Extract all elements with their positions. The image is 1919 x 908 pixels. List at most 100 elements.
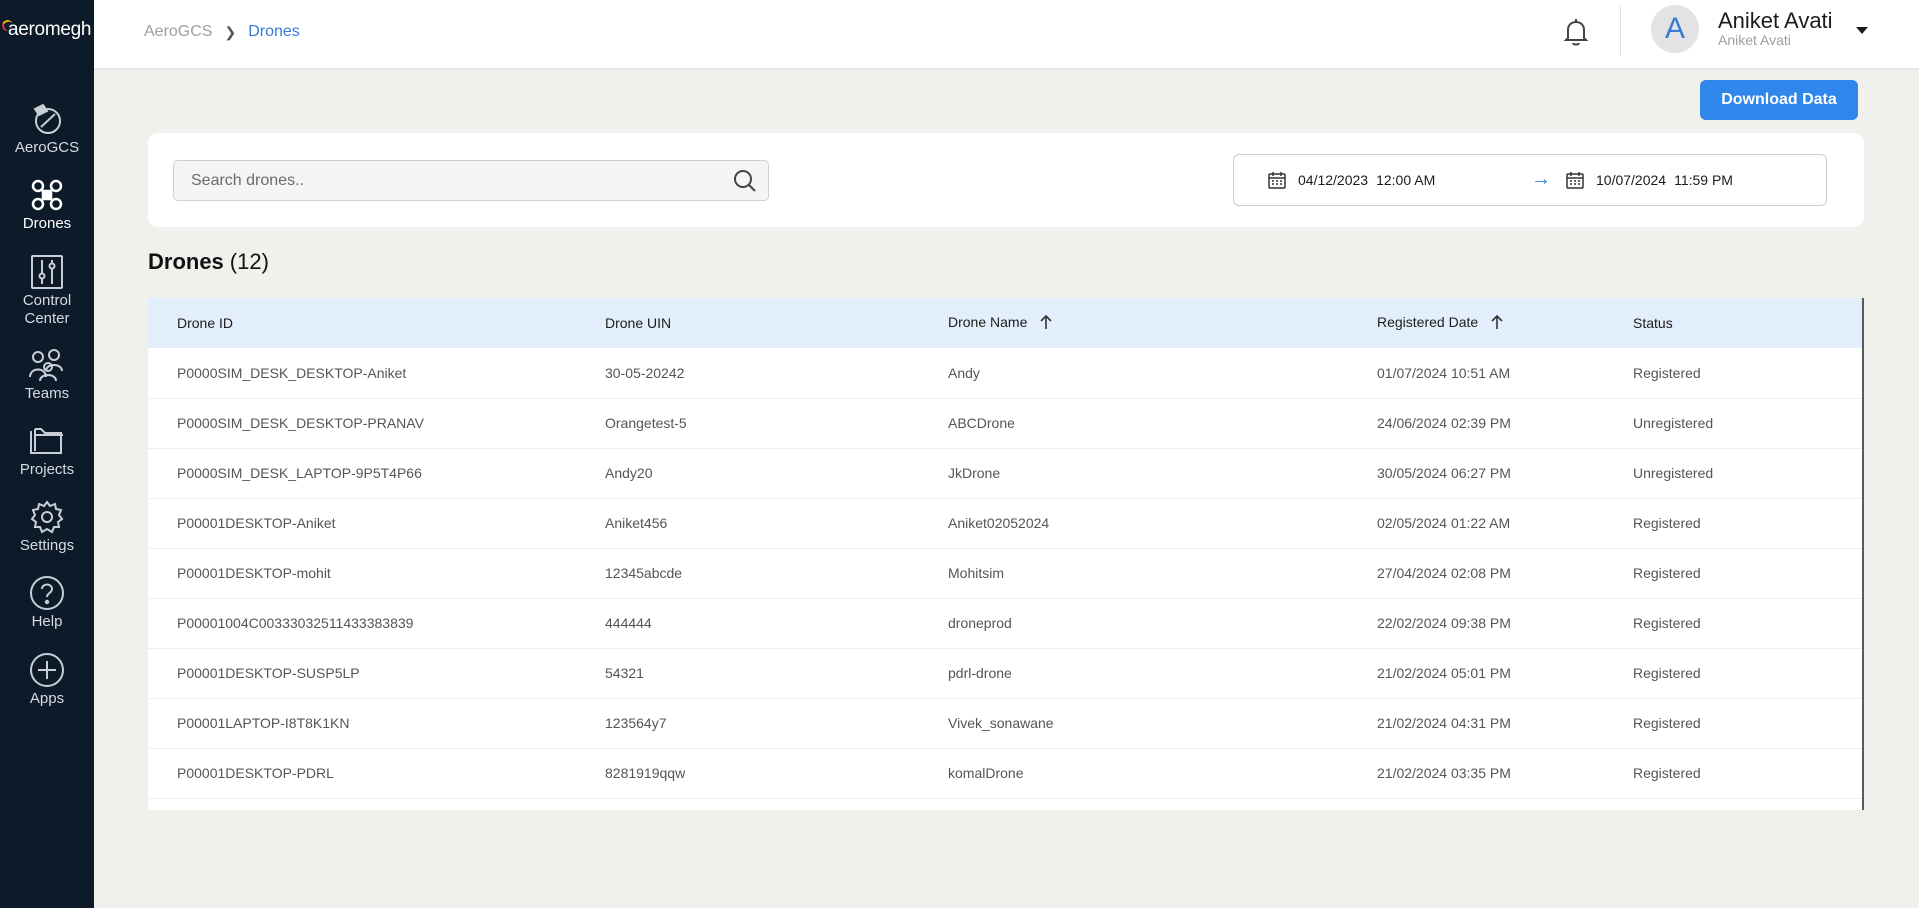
status-cell: Registered <box>1633 515 1701 531</box>
sidebar-item-control-center[interactable]: Control Center <box>0 253 94 328</box>
table-row[interactable]: P00001DESKTOP-mohit 12345abcde Mohitsim 27/… <box>148 548 1862 598</box>
column-header-drone-id: Drone ID <box>148 298 576 348</box>
drone-id-cell: P00001DESKTOP-PDRL <box>177 765 334 781</box>
sort-arrow-up-icon[interactable] <box>1490 314 1504 333</box>
download-data-button[interactable]: Download Data <box>1700 80 1858 120</box>
gear-icon <box>28 498 66 536</box>
table-row[interactable]: P00001DESKTOP-PDRL 8281919qqw komalDrone 21… <box>148 748 1862 798</box>
status-cell: Unregistered <box>1633 465 1714 481</box>
sidebar-item-label: AeroGCS <box>14 139 80 156</box>
bell-icon[interactable] <box>1562 17 1590 47</box>
page-title-text: Drones <box>148 249 224 274</box>
drone-name-cell: Vivek_sonawane <box>948 715 1054 731</box>
sidebar-item-aerogcs[interactable]: AeroGCS <box>0 100 94 157</box>
teams-icon <box>28 346 66 384</box>
sidebar-item-teams[interactable]: Teams <box>0 346 94 403</box>
registered-date-cell: 21/02/2024 05:01 PM <box>1377 665 1511 681</box>
sort-arrow-up-icon[interactable] <box>1039 314 1053 333</box>
search-input[interactable] <box>174 161 724 200</box>
status-cell: Registered <box>1633 364 1701 381</box>
drone-uin-cell: 12345abcde <box>605 565 683 581</box>
table-row[interactable]: P0000SIM_DESK_DESKTOP-Aniket 30-05-20242 A… <box>148 348 1862 398</box>
drone-name-cell: droneprod <box>948 615 1012 631</box>
drone-id-cell: P0000SIM_DESK_DESKTOP-PRANAV <box>177 415 424 431</box>
drone-uin-cell: 8281919qqw <box>605 765 686 781</box>
table-row[interactable]: P00001LAPTOP-I8T8K1KN 123564y7 Vivek_sonaw… <box>148 698 1862 748</box>
sidebar-item-label: Help <box>31 613 63 630</box>
control-center-icon <box>28 253 66 291</box>
drone-uin-cell: Aniket456 <box>605 515 668 531</box>
avatar[interactable]: A <box>1651 5 1699 53</box>
drones-table-container[interactable]: Drone ID Drone UIN Drone Name Registered… <box>148 298 1864 810</box>
sidebar-item-projects[interactable]: Projects <box>0 422 94 479</box>
drone-id-cell: P00001DESKTOP-mohit <box>177 565 331 581</box>
search-box <box>173 160 769 201</box>
end-time-value: 11:59 PM <box>1674 172 1733 188</box>
registered-date-cell: 02/05/2024 01:22 AM <box>1377 515 1511 531</box>
sidebar: aeromegh AeroGCS Drones Control Center T… <box>0 0 94 908</box>
sidebar-item-label: Control Center <box>22 292 72 327</box>
app-logo[interactable]: aeromegh <box>0 16 94 46</box>
sidebar-item-label: Settings <box>19 537 75 554</box>
drone-uin-cell: Andy20 <box>605 465 653 481</box>
search-icon[interactable] <box>733 169 757 193</box>
breadcrumb-root-link[interactable]: AeroGCS <box>144 23 212 41</box>
user-subtitle: Aniket Avati <box>1718 32 1791 48</box>
end-date[interactable]: 10/07/2024 11:59 PM <box>1565 170 1733 190</box>
caret-down-icon[interactable] <box>1856 27 1868 34</box>
calendar-icon <box>1267 170 1287 190</box>
registered-date-cell: 01/07/2024 10:51 AM <box>1377 364 1511 381</box>
column-header-label: Drone ID <box>177 315 234 331</box>
user-name: Aniket Avati <box>1718 8 1833 33</box>
table-row[interactable]: P00001DESKTOP-SUSP5LP 54321 pdrl-drone 21/0… <box>148 648 1862 698</box>
drone-id-cell: P0000SIM_DESK_LAPTOP-9P5T4P66 <box>177 465 422 481</box>
header-divider <box>1620 6 1621 56</box>
start-date[interactable]: 04/12/2023 12:00 AM <box>1267 170 1435 190</box>
table-row[interactable]: P00001004C00333032511433383839 444444 dron… <box>148 598 1862 648</box>
table-body: P0000SIM_DESK_DESKTOP-Aniket 30-05-20242 A… <box>148 348 1862 798</box>
drone-uin-cell: 54321 <box>605 665 644 681</box>
help-icon <box>28 574 66 612</box>
start-date-value: 04/12/2023 <box>1298 172 1369 188</box>
status-cell: Registered <box>1633 665 1701 681</box>
status-cell: Registered <box>1633 565 1701 581</box>
drone-id-cell: P0000SIM_DESK_DESKTOP-Aniket <box>177 364 407 381</box>
start-time-value: 12:00 AM <box>1376 172 1436 188</box>
drone-name-cell: Aniket02052024 <box>948 515 1050 531</box>
end-date-value: 10/07/2024 <box>1596 172 1667 188</box>
column-header-label: Registered Date <box>1377 313 1479 330</box>
drone-name-cell: Andy <box>948 364 980 381</box>
column-header-drone-name[interactable]: Drone Name <box>919 298 1348 348</box>
drone-id-cell: P00001DESKTOP-SUSP5LP <box>177 665 360 681</box>
breadcrumb: AeroGCS ❯ Drones <box>144 23 300 41</box>
page-title: Drones (12) <box>148 249 269 275</box>
column-header-registered-date[interactable]: Registered Date <box>1348 298 1604 348</box>
drone-name-cell: ABCDrone <box>948 415 1015 431</box>
drone-id-cell: P00001DESKTOP-Aniket <box>177 515 336 531</box>
sidebar-item-settings[interactable]: Settings <box>0 498 94 555</box>
column-header-label: Drone Name <box>948 313 1028 330</box>
plus-circle-icon <box>28 651 66 689</box>
drone-count: (12) <box>229 249 269 274</box>
date-range-picker[interactable]: 04/12/2023 12:00 AM → 10/07/2024 11:59 P… <box>1233 154 1827 206</box>
table-row[interactable]: P0000SIM_DESK_DESKTOP-PRANAV Orangetest-5… <box>148 398 1862 448</box>
table-row[interactable]: P0000SIM_DESK_LAPTOP-9P5T4P66 Andy20 JkDro… <box>148 448 1862 498</box>
sidebar-item-apps[interactable]: Apps <box>0 651 94 708</box>
sidebar-item-drones[interactable]: Drones <box>0 176 94 233</box>
top-header: AeroGCS ❯ Drones A Aniket Avati Aniket A… <box>94 0 1919 68</box>
sidebar-item-help[interactable]: Help <box>0 574 94 631</box>
registered-date-cell: 27/04/2024 02:08 PM <box>1377 565 1511 581</box>
table-row[interactable]: P00001DESKTOP-Aniket Aniket456 Aniket02052… <box>148 498 1862 548</box>
sidebar-item-label: Projects <box>19 461 75 478</box>
registered-date-cell: 21/02/2024 03:35 PM <box>1377 765 1511 781</box>
folder-icon <box>28 422 66 460</box>
column-header-label: Drone UIN <box>605 315 672 331</box>
logo-text: aeromegh <box>8 19 92 40</box>
filter-card: 04/12/2023 12:00 AM → 10/07/2024 11:59 P… <box>148 133 1864 227</box>
registered-date-cell: 30/05/2024 06:27 PM <box>1377 465 1511 481</box>
drones-table: Drone ID Drone UIN Drone Name Registered… <box>148 298 1862 799</box>
status-cell: Registered <box>1633 765 1701 781</box>
calendar-icon <box>1565 170 1585 190</box>
drone-uin-cell: 123564y7 <box>605 715 667 731</box>
sidebar-item-label: Apps <box>29 690 65 707</box>
